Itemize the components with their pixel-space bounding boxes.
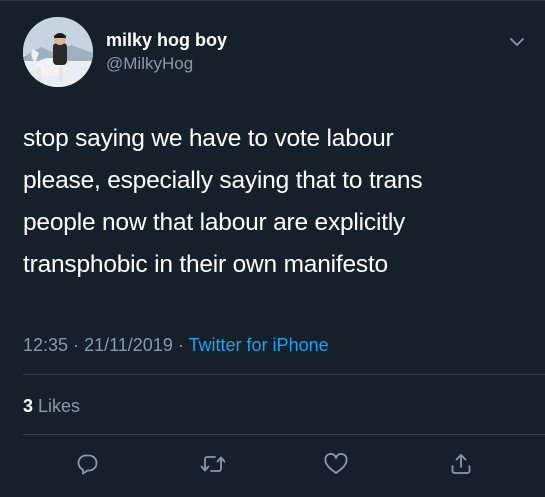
likes-label: Likes <box>38 396 81 416</box>
meta-separator: · <box>73 335 80 355</box>
tweet-line: stop saying we have to vote labour <box>23 125 394 152</box>
tweet-source-link[interactable]: Twitter for iPhone <box>189 335 329 355</box>
top-divider <box>0 0 545 1</box>
reply-icon[interactable] <box>72 449 102 479</box>
avatar[interactable] <box>23 17 93 87</box>
likes-stat[interactable]: 3 Likes <box>23 396 80 417</box>
chevron-down-icon[interactable] <box>508 33 526 51</box>
tweet-date: 21/11/2019 <box>84 335 173 355</box>
divider <box>23 374 545 375</box>
likes-count: 3 <box>23 396 34 416</box>
meta-separator: · <box>177 335 184 355</box>
tweet-line: please, especially saying that to trans <box>23 167 423 194</box>
user-handle[interactable]: @MilkyHog <box>106 54 193 74</box>
tweet-line: people now that labour are explicitly <box>23 209 406 236</box>
display-name[interactable]: milky hog boy <box>106 30 227 51</box>
tweet-time: 12:35 <box>23 335 69 355</box>
avatar-image <box>23 17 93 87</box>
tweet-text: stop saying we have to vote labour pleas… <box>23 118 523 286</box>
share-icon[interactable] <box>446 449 476 479</box>
tweet-line: transphobic in their own manifesto <box>23 251 388 278</box>
tweet-meta: 12:35 · 21/11/2019 · Twitter for iPhone <box>23 335 329 356</box>
retweet-icon[interactable] <box>198 449 228 479</box>
divider <box>23 434 545 435</box>
heart-icon[interactable] <box>321 449 351 479</box>
